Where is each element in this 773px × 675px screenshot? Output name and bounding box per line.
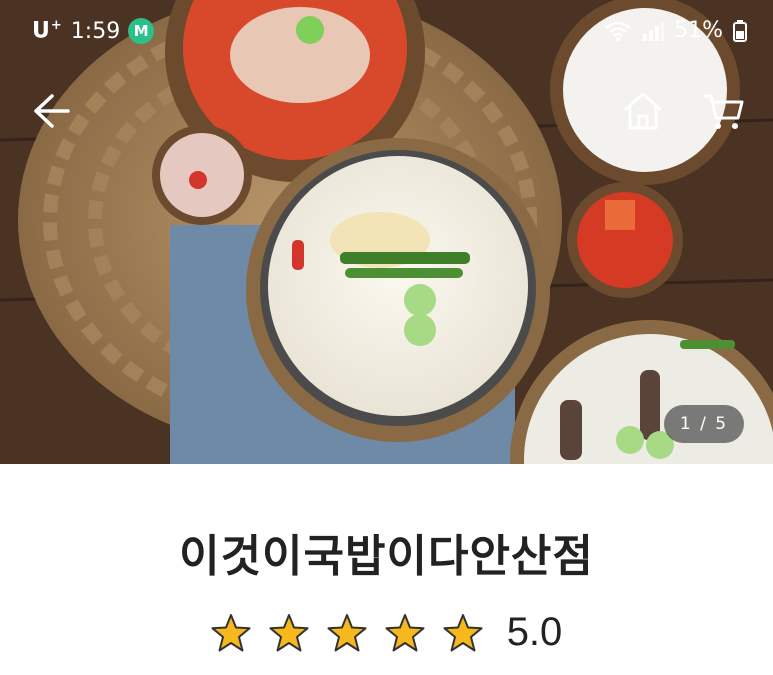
signal-icon xyxy=(643,21,665,41)
star-icon xyxy=(269,613,309,651)
star-icon xyxy=(385,613,425,651)
store-name: 이것이국밥이다안산점 xyxy=(179,531,594,582)
status-time: 1:59 xyxy=(70,18,121,44)
arrow-left-icon[interactable] xyxy=(30,90,72,132)
rating-row: 5.0 xyxy=(0,610,773,655)
star-icon xyxy=(211,613,251,651)
gallery-page-indicator: 1 / 5 xyxy=(664,405,744,443)
cart-icon[interactable] xyxy=(700,88,746,134)
status-left: U+ 1:59 M xyxy=(32,18,155,44)
wifi-icon xyxy=(605,21,631,41)
store-info-section: 이것이국밥이다안산점 5.0 xyxy=(0,464,773,675)
home-icon[interactable] xyxy=(620,88,666,134)
rating-score: 5.0 xyxy=(506,610,563,654)
star-icon xyxy=(327,613,367,651)
star-icon xyxy=(443,613,483,651)
carrier-label: U+ xyxy=(32,18,63,44)
hero-image-carousel[interactable]: U+ 1:59 M 51% 1 / 5 xyxy=(0,0,773,464)
status-right: 51% xyxy=(604,18,747,43)
rating-stars xyxy=(211,613,483,653)
food-photo xyxy=(0,0,773,464)
battery-percent: 51% xyxy=(674,18,723,43)
app-notification-icon: M xyxy=(128,18,155,44)
status-bar: U+ 1:59 M 51% xyxy=(0,0,773,64)
battery-icon xyxy=(733,19,747,42)
